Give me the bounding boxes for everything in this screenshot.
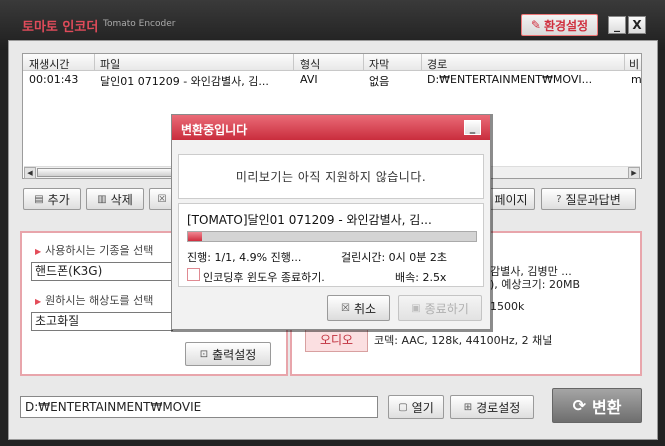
add-file-icon: ▤ <box>34 193 44 205</box>
path-settings-label: 경로설정 <box>476 400 521 415</box>
column-header-extra[interactable]: 비 <box>629 56 639 72</box>
delete-button[interactable]: ▥ 삭제 <box>86 188 144 210</box>
page-button-label: 페이지 <box>494 192 528 207</box>
converting-dialog: 변환중입니다 _ 미리보기는 아직 지원하지 않습니다. [TOMATO]달인0… <box>171 114 491 330</box>
cancel-button[interactable]: ☒ 취소 <box>327 295 390 321</box>
column-divider[interactable] <box>421 54 422 71</box>
device-select[interactable]: 핸드폰(K3G) <box>31 262 173 281</box>
cell-duration: 00:01:43 <box>29 73 79 86</box>
column-divider[interactable] <box>293 54 294 71</box>
main-window: 토마토 인코더 Tomato Encoder ✎ 환경설정 _ X 재생시간 파… <box>0 0 665 446</box>
quit-button[interactable]: ▣ 종료하기 <box>398 295 482 321</box>
open-folder-label: 열기 <box>411 400 434 415</box>
progress-text: 진행: 1/1, 4.9% 진행... <box>187 251 302 264</box>
delete-file-icon: ▥ <box>97 193 107 205</box>
app-title: 토마토 인코더 <box>22 20 99 35</box>
column-divider[interactable] <box>624 54 625 71</box>
settings-button[interactable]: ✎ 환경설정 <box>521 14 598 36</box>
wrench-icon: ✎ <box>530 18 541 32</box>
close-button[interactable]: X <box>628 16 646 34</box>
video-info: 1500k <box>490 300 525 313</box>
minimize-button[interactable]: _ <box>608 16 626 34</box>
resolution-select[interactable]: 초고화질 <box>31 312 173 331</box>
box-icon: ☒ <box>157 193 167 205</box>
output-settings-button[interactable]: ⊡ 출력설정 <box>185 342 271 366</box>
cell-extra: m <box>631 73 642 86</box>
path-settings-icon: ⊞ <box>463 401 473 413</box>
scroll-left-arrow-icon[interactable]: ◀ <box>24 167 36 179</box>
column-header-path[interactable]: 경로 <box>427 56 447 72</box>
question-icon: ? <box>556 193 562 205</box>
column-header-format[interactable]: 형식 <box>300 56 320 72</box>
output-path-field[interactable]: D:₩ENTERTAINMENT₩MOVIE <box>20 396 378 418</box>
cell-file: 달인01 071209 - 와인감별사, 김... <box>100 75 269 88</box>
speed-text: 배속: 2.5x <box>395 271 447 284</box>
output-icon: ⊡ <box>199 348 209 360</box>
delete-button-label: 삭제 <box>110 192 133 207</box>
quit-icon: ▣ <box>411 302 421 314</box>
add-button-label: 추가 <box>47 192 70 207</box>
table-header: 재생시간 파일 형식 자막 경로 비 <box>23 54 641 71</box>
preview-message: 미리보기는 아직 지원하지 않습니다. <box>178 154 484 199</box>
converting-file-name: [TOMATO]달인01 071209 - 와인감별사, 김... <box>187 213 432 227</box>
refresh-icon: ⟳ <box>572 396 586 415</box>
arrow-right-icon: ▶ <box>35 247 42 256</box>
convert-button[interactable]: ⟳ 변환 <box>552 388 642 423</box>
column-header-duration[interactable]: 재생시간 <box>29 56 69 72</box>
file-info-line-2: ), 예상크기: 20MB <box>490 278 581 291</box>
progress-panel: [TOMATO]달인01 071209 - 와인감별사, 김... 진행: 1/… <box>178 203 484 287</box>
dialog-title: 변환중입니다 <box>181 123 248 137</box>
column-divider[interactable] <box>94 54 95 71</box>
dialog-minimize-button[interactable]: _ <box>464 120 481 135</box>
convert-button-label: 변환 <box>591 397 622 417</box>
path-settings-button[interactable]: ⊞ 경로설정 <box>450 395 534 419</box>
settings-button-label: 환경설정 <box>543 18 589 33</box>
column-header-file[interactable]: 파일 <box>100 56 120 72</box>
qa-button-label: 질문과답변 <box>565 192 621 207</box>
cell-format: AVI <box>300 73 318 86</box>
close-after-label: 인코딩후 윈도우 종료하기. <box>203 271 325 284</box>
add-button[interactable]: ▤ 추가 <box>23 188 81 210</box>
progress-bar <box>187 231 477 242</box>
dialog-title-bar[interactable]: 변환중입니다 _ <box>172 115 490 140</box>
open-folder-button[interactable]: ▢ 열기 <box>388 395 444 419</box>
cell-subtitle: 없음 <box>369 75 390 88</box>
qa-button[interactable]: ? 질문과답변 <box>541 188 636 210</box>
arrow-right-icon: ▶ <box>35 297 42 306</box>
page-button[interactable]: 페이지 <box>487 188 535 210</box>
device-label: ▶ 사용하시는 기종을 선택 <box>35 244 154 257</box>
quit-button-label: 종료하기 <box>424 301 469 316</box>
output-settings-label: 출력설정 <box>212 347 257 362</box>
folder-icon: ▢ <box>398 401 408 413</box>
resolution-label: ▶ 원하시는 해상도를 선택 <box>35 294 154 307</box>
cell-path: D:₩ENTERTAINMENT₩MOVI... <box>427 73 593 86</box>
audio-info: 코덱: AAC, 128k, 44100Hz, 2 채널 <box>374 334 553 347</box>
progress-bar-fill <box>188 232 203 241</box>
app-subtitle: Tomato Encoder <box>103 19 176 29</box>
close-after-checkbox[interactable] <box>187 268 200 281</box>
cancel-icon: ☒ <box>340 302 350 314</box>
column-header-subtitle[interactable]: 자막 <box>369 56 389 72</box>
scroll-right-arrow-icon[interactable]: ▶ <box>628 167 640 179</box>
column-divider[interactable] <box>363 54 364 71</box>
scroll-thumb[interactable] <box>37 168 177 177</box>
cancel-button-label: 취소 <box>353 301 377 316</box>
elapsed-time: 걸린시간: 0시 0분 2초 <box>341 251 448 264</box>
